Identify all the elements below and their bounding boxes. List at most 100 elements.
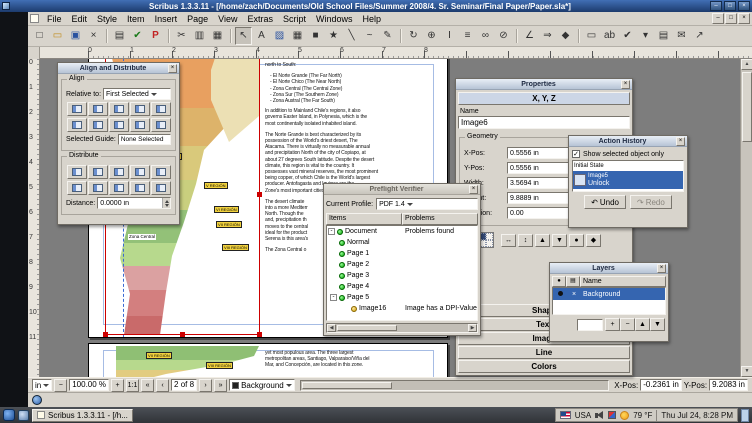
launcher-icon[interactable] [3,409,15,421]
lock-item-icon[interactable]: ● [569,234,584,247]
menu-insert[interactable]: Insert [150,13,183,25]
layer-row-background[interactable]: × Background [553,288,665,300]
insert-freehand-icon[interactable]: ✎ [379,27,396,45]
make-vertical-gaps-value-button[interactable] [151,181,171,195]
first-page-button[interactable]: « [141,379,154,392]
name-column-header[interactable]: Name [580,276,666,287]
visible-column-icon[interactable]: ● [552,276,566,287]
chile-map-image-2[interactable]: VII REGIÓNVIII REGIÓN [106,346,259,377]
last-page-button[interactable]: » [214,379,227,392]
scrollbar-thumb[interactable] [337,325,397,331]
distribute-right-sides-button[interactable] [109,165,129,179]
preflight-row-document[interactable]: - Document Problems found [327,226,477,237]
horizontal-scrollbar[interactable] [300,380,609,391]
layer-combo[interactable]: Background [229,379,295,391]
text-frame-column[interactable]: yet most populous area. The three larges… [265,350,442,374]
insert-shape-icon[interactable]: ■ [307,27,324,45]
clock[interactable]: Thu Jul 24, 8:28 PM [661,411,733,420]
items-column-header[interactable]: Items [326,213,402,225]
raise-level-icon[interactable]: ▲ [535,234,550,247]
dialog-titlebar[interactable]: Preflight Verifier × [324,184,480,195]
preflight-row-page-1[interactable]: Page 1 [327,248,477,259]
dialog-titlebar[interactable]: Layers × [550,263,668,274]
properties-tab-xyz[interactable]: X, Y, Z [458,92,630,105]
menu-view[interactable]: View [213,13,242,25]
properties-tab-colors[interactable]: Colors [458,360,630,373]
menu-extras[interactable]: Extras [242,13,278,25]
profile-combo[interactable]: PDF 1.4 [376,198,478,210]
insert-image-frame-icon[interactable]: ▨ [271,27,288,45]
preflight-row-image16[interactable]: Image16 Image has a DPI-Value les [327,303,477,314]
keyboard-flag-icon[interactable] [560,411,571,419]
scroll-left-icon[interactable]: ◀ [327,324,336,332]
vertical-scrollbar[interactable]: ▲ ▼ [740,59,752,377]
story-editor-icon[interactable]: ≡ [459,27,476,45]
menu-edit[interactable]: Edit [67,13,93,25]
insert-text-frame-icon[interactable]: A [253,27,270,45]
unlink-text-frames-icon[interactable]: ⊘ [495,27,512,45]
dialog-titlebar[interactable]: Action History × [569,136,687,147]
copy-properties-icon[interactable]: ⇒ [539,27,556,45]
close-icon[interactable]: × [168,64,177,73]
pdf-link-annotation-icon[interactable]: ↗ [691,27,708,45]
close-icon[interactable]: × [657,264,666,273]
history-item-initial-state[interactable]: Initial State [573,161,683,171]
measurements-icon[interactable]: ∠ [521,27,538,45]
select-item-icon[interactable]: ↖ [235,27,252,45]
preflight-row-page-3[interactable]: Page 3 [327,270,477,281]
pdf-combo-box-icon[interactable]: ▾ [637,27,654,45]
make-vertical-gaps-equal-button[interactable] [130,181,150,195]
open-file-icon[interactable]: ▭ [49,27,66,45]
flip-horizontal-icon[interactable]: ↔ [501,234,516,247]
raise-layer-button[interactable]: ▲ [635,318,650,331]
scroll-right-icon[interactable]: ▶ [468,324,477,332]
print-column-icon[interactable]: ▤ [566,276,580,287]
menu-windows[interactable]: Windows [311,13,358,25]
pdf-checkbox-icon[interactable]: ✔ [619,27,636,45]
taskbar-window-button[interactable]: Scribus 1.3.3.11 - [/h... [32,409,133,422]
weather-sun-icon[interactable] [620,411,629,420]
preflight-verifier-icon[interactable]: ✔ [129,27,146,45]
preflight-row-page-5[interactable]: - Page 5 [327,292,477,303]
next-page-button[interactable]: › [199,379,212,392]
menu-item[interactable]: Item [122,13,150,25]
scrollbar-thumb[interactable] [302,382,392,389]
menu-style[interactable]: Style [92,13,122,25]
add-layer-button[interactable]: + [605,318,620,331]
align-bottoms-to-top-of-anchor-button[interactable] [67,118,87,132]
layer-print-check-icon[interactable]: × [572,291,576,298]
export-pdf-icon[interactable]: P [147,27,164,45]
menu-file[interactable]: File [42,13,67,25]
horizontal-scrollbar[interactable]: ◀ ▶ [326,323,478,333]
mdi-restore-button[interactable]: □ [725,13,737,24]
insert-table-icon[interactable]: ▦ [289,27,306,45]
lower-level-icon[interactable]: ▼ [552,234,567,247]
layer-blend-combo[interactable] [577,319,603,331]
new-file-icon[interactable]: □ [31,27,48,45]
zoom-icon[interactable]: ⊕ [423,27,440,45]
close-icon[interactable]: × [469,185,478,194]
undo-button[interactable]: ↶Undo [584,195,626,209]
preflight-row-normal[interactable]: Normal [327,237,477,248]
align-left-sides-button[interactable] [88,102,108,116]
window-titlebar[interactable]: Scribus 1.3.3.11 - [/home/zach/Documents… [0,0,752,12]
name-input[interactable]: Image6 [458,116,630,129]
close-file-icon[interactable]: × [85,27,102,45]
show-selected-checkbox[interactable]: ✓ [572,150,580,158]
scroll-down-icon[interactable]: ▼ [741,366,752,377]
distribute-centers-vertically-button[interactable] [88,181,108,195]
pdf-list-box-icon[interactable]: ▤ [655,27,672,45]
distribute-bottoms-button[interactable] [109,181,129,195]
minimize-button[interactable]: – [710,1,722,11]
preflight-row-page-4[interactable]: Page 4 [327,281,477,292]
close-icon[interactable]: × [676,137,685,146]
maximize-button[interactable]: □ [724,1,736,11]
menu-help[interactable]: Help [358,13,387,25]
align-right-sides-to-left-of-anchor-button[interactable] [67,102,87,116]
preflight-row-page-2[interactable]: Page 2 [327,259,477,270]
link-text-frames-icon[interactable]: ∞ [477,27,494,45]
distribute-centers-horizontally-button[interactable] [88,165,108,179]
zoom-out-button[interactable]: − [54,379,67,392]
properties-tab-line[interactable]: Line [458,346,630,359]
tree-expander-icon[interactable]: - [330,294,337,301]
